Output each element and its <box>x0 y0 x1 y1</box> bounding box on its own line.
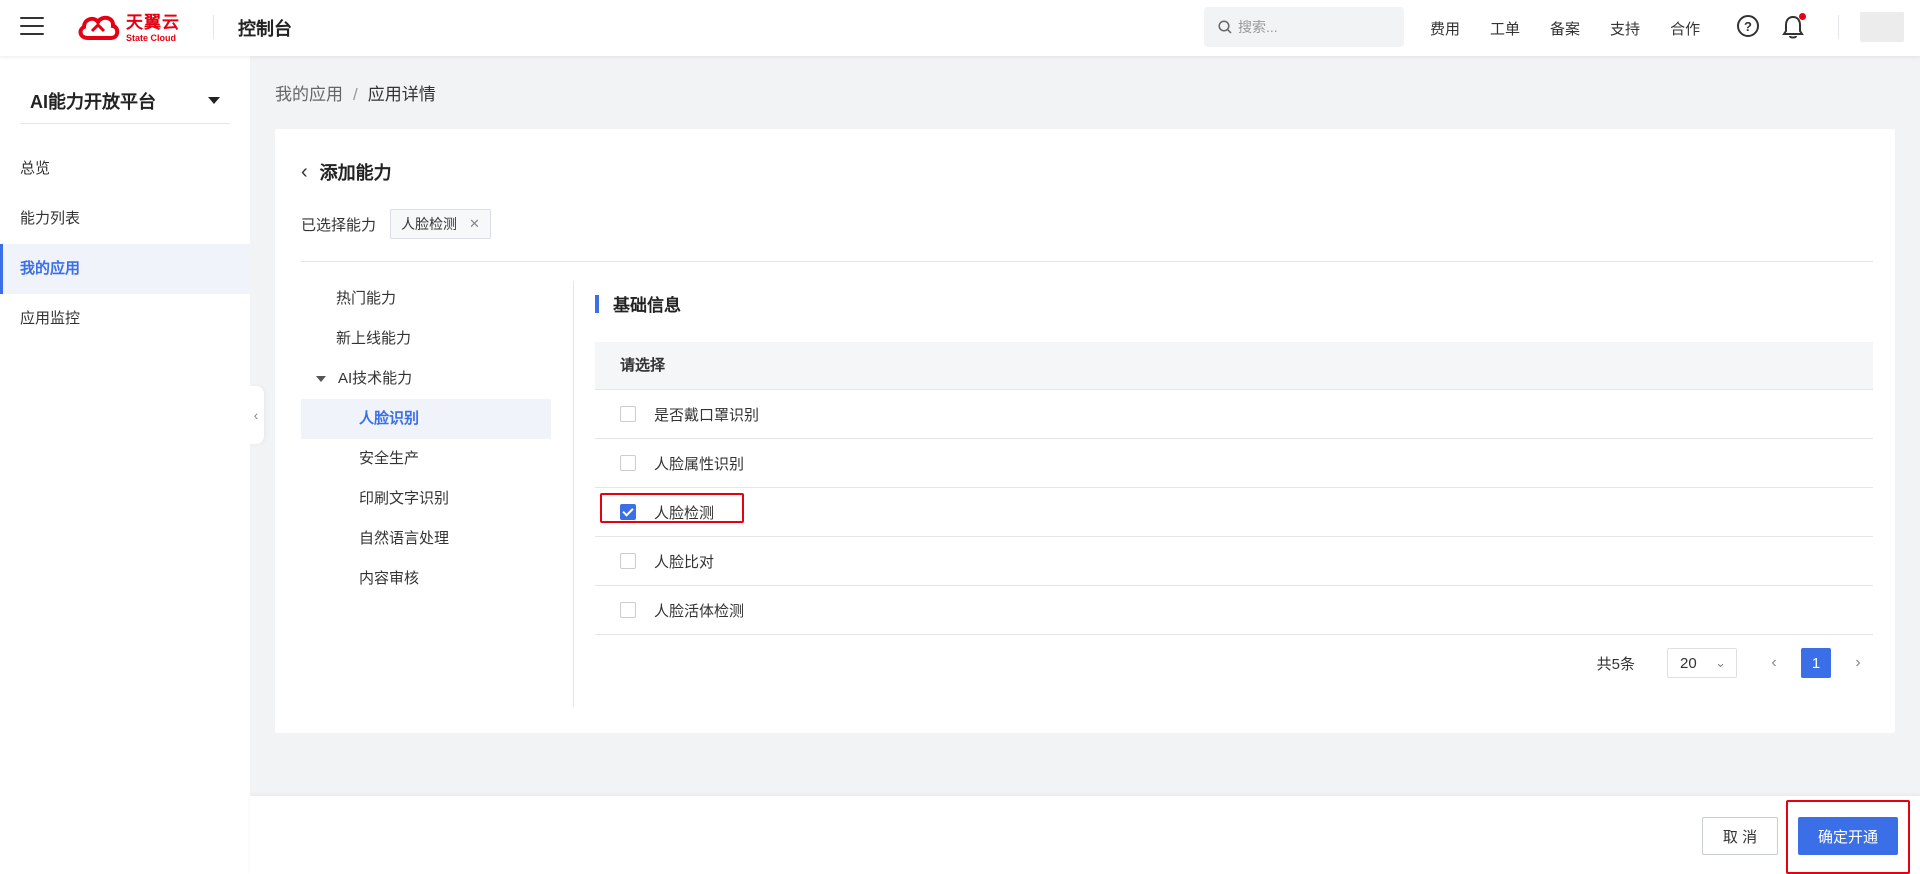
logo-cn-text: 天翼云 <box>126 12 180 32</box>
list-item[interactable]: 人脸比对 <box>595 537 1873 586</box>
divider <box>301 261 1873 262</box>
sidebar-item-app-monitor[interactable]: 应用监控 <box>0 294 250 344</box>
caret-down-icon <box>208 97 220 104</box>
category-new[interactable]: 新上线能力 <box>301 319 551 359</box>
bell-icon[interactable] <box>1782 13 1806 39</box>
section-accent-bar <box>595 294 599 313</box>
platform-label: AI能力开放平台 <box>30 91 156 112</box>
topbar-divider <box>1838 15 1839 39</box>
list-item[interactable]: 人脸活体检测 <box>595 586 1873 635</box>
chevron-down-icon: ⌄ <box>1715 655 1726 670</box>
search-box[interactable] <box>1204 7 1404 47</box>
highlight-box <box>1786 800 1910 874</box>
prev-page-chevron-icon[interactable]: ‹ <box>1759 648 1789 678</box>
selected-capabilities: 已选择能力 人脸检测 ✕ <box>301 209 491 239</box>
platform-selector[interactable]: AI能力开放平台 <box>20 78 230 124</box>
expand-triangle-icon <box>316 376 326 383</box>
breadcrumb: 我的应用 / 应用详情 <box>275 80 436 105</box>
state-cloud-logo[interactable]: 天翼云 State Cloud <box>76 10 180 46</box>
nav-filing[interactable]: 备案 <box>1550 18 1580 39</box>
checkbox[interactable] <box>620 406 636 422</box>
pagination: 共5条 20 ⌄ ‹ 1 › <box>1597 648 1873 678</box>
card-title: 添加能力 <box>319 163 392 183</box>
sidebar-item-overview[interactable]: 总览 <box>0 144 250 194</box>
capability-list: 请选择 是否戴口罩识别 人脸属性识别 人脸检测 人脸比对 人脸活体检测 <box>595 342 1873 635</box>
highlight-box <box>600 493 744 523</box>
selected-tag-label: 人脸检测 <box>401 216 458 232</box>
hamburger-menu-icon[interactable] <box>20 17 44 37</box>
avatar[interactable] <box>1860 12 1904 42</box>
nav-cooperation[interactable]: 合作 <box>1670 18 1700 39</box>
topbar-divider <box>213 15 214 39</box>
search-icon <box>1218 20 1232 34</box>
sidebar: AI能力开放平台 总览 能力列表 我的应用 应用监控 <box>0 56 250 874</box>
nav-tickets[interactable]: 工单 <box>1490 18 1520 39</box>
breadcrumb-current: 应用详情 <box>367 85 436 104</box>
sidebar-item-my-apps[interactable]: 我的应用 <box>0 244 250 294</box>
checkbox[interactable] <box>620 553 636 569</box>
category-tree: 热门能力 新上线能力 AI技术能力 人脸识别 安全生产 印刷文字识别 自然语言处… <box>301 279 551 599</box>
tag-close-icon[interactable]: ✕ <box>469 216 480 232</box>
category-ai-tech-label: AI技术能力 <box>338 370 413 387</box>
vertical-divider <box>573 281 574 707</box>
footer-action-bar: 取 消 确定开通 <box>250 796 1920 874</box>
back-chevron-icon[interactable]: ‹ <box>301 161 308 184</box>
notification-dot <box>1799 13 1806 20</box>
nav-fees[interactable]: 费用 <box>1430 18 1460 39</box>
list-header: 请选择 <box>595 342 1873 390</box>
top-nav: 费用 工单 备案 支持 合作 <box>1430 0 1730 56</box>
cloud-logo-icon <box>78 15 120 40</box>
checkbox[interactable] <box>620 602 636 618</box>
page-size-select[interactable]: 20 ⌄ <box>1667 648 1737 678</box>
logo-en-text: State Cloud <box>126 32 177 43</box>
selected-tag: 人脸检测 ✕ <box>390 209 491 239</box>
subcategory-ocr[interactable]: 印刷文字识别 <box>301 479 551 519</box>
list-item-label: 是否戴口罩识别 <box>654 406 760 424</box>
subcategory-face-recognition[interactable]: 人脸识别 <box>301 399 551 439</box>
console-title[interactable]: 控制台 <box>238 15 292 41</box>
checkbox[interactable] <box>620 455 636 471</box>
page-size-value: 20 <box>1680 654 1697 672</box>
list-item[interactable]: 人脸属性识别 <box>595 439 1873 488</box>
search-input[interactable] <box>1238 19 1388 35</box>
subcategory-content-review[interactable]: 内容审核 <box>301 559 551 599</box>
breadcrumb-separator: / <box>353 85 358 104</box>
next-page-chevron-icon[interactable]: › <box>1843 648 1873 678</box>
list-item-label: 人脸属性识别 <box>654 455 745 473</box>
list-item-label: 人脸活体检测 <box>654 602 745 620</box>
list-item[interactable]: 人脸检测 <box>595 488 1873 537</box>
add-capability-card: ‹ 添加能力 已选择能力 人脸检测 ✕ 热门能力 新上线能力 AI技术能力 人脸… <box>275 129 1895 733</box>
subcategory-safety-production[interactable]: 安全生产 <box>301 439 551 479</box>
category-hot[interactable]: 热门能力 <box>301 279 551 319</box>
pagination-total: 共5条 <box>1596 655 1635 673</box>
sidebar-collapse-chevron-icon[interactable]: ‹ <box>248 386 264 444</box>
breadcrumb-parent[interactable]: 我的应用 <box>275 85 343 104</box>
list-item[interactable]: 是否戴口罩识别 <box>595 390 1873 439</box>
cancel-button[interactable]: 取 消 <box>1702 817 1778 855</box>
list-item-label: 人脸比对 <box>654 553 715 571</box>
section-title: 基础信息 <box>595 291 681 316</box>
page-number[interactable]: 1 <box>1801 648 1831 678</box>
category-ai-tech[interactable]: AI技术能力 <box>301 359 551 399</box>
subcategory-nlp[interactable]: 自然语言处理 <box>301 519 551 559</box>
top-bar: 天翼云 State Cloud 控制台 费用 工单 备案 支持 合作 ? <box>0 0 1920 56</box>
nav-support[interactable]: 支持 <box>1610 18 1640 39</box>
sidebar-item-capability-list[interactable]: 能力列表 <box>0 194 250 244</box>
question-circle-icon[interactable]: ? <box>1737 15 1759 37</box>
section-title-text: 基础信息 <box>613 296 681 315</box>
selected-label: 已选择能力 <box>301 216 377 234</box>
